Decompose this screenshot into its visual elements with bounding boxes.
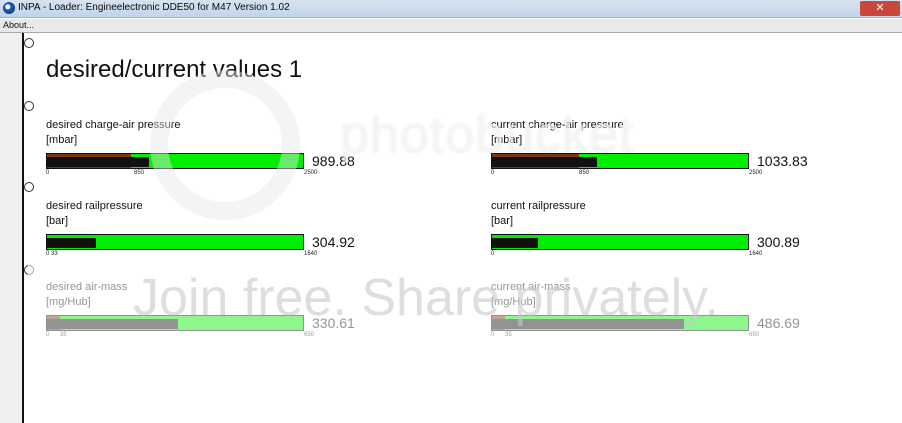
gauge-tick: 35 bbox=[505, 332, 512, 338]
menu-item-about[interactable]: About... bbox=[3, 20, 34, 30]
gauge-unit: [mg/Hub] bbox=[46, 296, 91, 308]
gauge-tick: 0 33 bbox=[46, 251, 58, 257]
gauge-value: 300.89 bbox=[757, 234, 800, 250]
gauge-unit: [bar] bbox=[491, 215, 514, 227]
gauge-value: 1033.83 bbox=[757, 153, 808, 169]
gauge-fill bbox=[492, 238, 538, 248]
gauge-bar bbox=[46, 234, 304, 250]
gauge-label: desired charge-air pressure bbox=[46, 119, 181, 131]
radio-button-1[interactable] bbox=[24, 38, 34, 48]
gauge-fill bbox=[47, 319, 178, 329]
gauge-label: desired railpressure bbox=[46, 200, 143, 212]
gauge-current-charge-air-pressure: current charge-air pressure [mbar] 1033.… bbox=[491, 119, 811, 189]
gauge-fill bbox=[47, 238, 96, 248]
gauge-desired-air-mass: desired air-mass [mg/Hub] 330.61 0 35 65… bbox=[46, 281, 366, 351]
gauge-bar bbox=[46, 153, 304, 169]
gauge-current-railpressure: current railpressure [bar] 300.89 0 1640 bbox=[491, 200, 811, 270]
gauge-tick: 650 bbox=[749, 332, 760, 338]
gauge-ticks: 0 850 2500 bbox=[46, 170, 317, 180]
gauge-fill bbox=[47, 157, 149, 167]
radio-button-4[interactable] bbox=[24, 265, 34, 275]
gauge-tick: 0 bbox=[46, 332, 50, 338]
gauge-unit: [mbar] bbox=[46, 134, 78, 146]
gauge-tick: 0 bbox=[491, 170, 495, 176]
gauge-tick: 850 bbox=[134, 170, 145, 176]
window-title: INPA - Loader: Engineelectronic DDE50 fo… bbox=[18, 2, 290, 13]
gauge-ticks: 0 35 650 bbox=[491, 332, 759, 342]
gauge-tick: 2500 bbox=[304, 170, 318, 176]
gauge-tick: 2500 bbox=[749, 170, 763, 176]
gauge-tick: 0 bbox=[46, 170, 50, 176]
gauge-ticks: 0 33 1640 bbox=[46, 251, 317, 261]
gauge-value: 486.69 bbox=[757, 315, 800, 331]
gauge-bar bbox=[491, 153, 749, 169]
gauge-tick: 1640 bbox=[304, 251, 318, 257]
gauge-bar bbox=[46, 315, 304, 331]
gauge-bar bbox=[491, 315, 749, 331]
close-button[interactable]: ✕ bbox=[860, 1, 900, 16]
menu-bar: About... bbox=[0, 19, 902, 33]
gauge-bar bbox=[491, 234, 749, 250]
gauge-unit: [mg/Hub] bbox=[491, 296, 536, 308]
gauge-ticks: 0 850 2500 bbox=[491, 170, 762, 180]
gauge-desired-railpressure: desired railpressure [bar] 304.92 0 33 1… bbox=[46, 200, 366, 270]
gauge-value: 304.92 bbox=[312, 234, 355, 250]
gauge-label: current air-mass bbox=[491, 281, 571, 293]
gauge-current-air-mass: current air-mass [mg/Hub] 486.69 0 35 65… bbox=[491, 281, 811, 351]
radio-button-2[interactable] bbox=[24, 101, 34, 111]
radio-button-3[interactable] bbox=[24, 182, 34, 192]
gauge-label: desired air-mass bbox=[46, 281, 128, 293]
gauge-label: current charge-air pressure bbox=[491, 119, 624, 131]
left-frame bbox=[0, 33, 24, 423]
gauge-ticks: 0 35 650 bbox=[46, 332, 314, 342]
gauge-fill bbox=[492, 157, 597, 167]
gauge-label: current railpressure bbox=[491, 200, 586, 212]
gauge-tick: 650 bbox=[304, 332, 315, 338]
gauge-unit: [bar] bbox=[46, 215, 69, 227]
gauge-value: 989.88 bbox=[312, 153, 355, 169]
gauge-tick: 35 bbox=[60, 332, 67, 338]
gauge-tick: 850 bbox=[579, 170, 590, 176]
page-title: desired/current values 1 bbox=[46, 56, 303, 83]
gauge-tick: 1640 bbox=[749, 251, 763, 257]
gauge-tick: 0 bbox=[491, 332, 495, 338]
gauge-desired-charge-air-pressure: desired charge-air pressure [mbar] 989.8… bbox=[46, 119, 366, 189]
title-bar: INPA - Loader: Engineelectronic DDE50 fo… bbox=[0, 0, 902, 18]
gauge-unit: [mbar] bbox=[491, 134, 523, 146]
gauge-value: 330.61 bbox=[312, 315, 355, 331]
app-icon bbox=[3, 2, 15, 14]
gauge-ticks: 0 1640 bbox=[491, 251, 762, 261]
gauge-tick: 0 bbox=[491, 251, 495, 257]
gauge-fill bbox=[492, 319, 684, 329]
